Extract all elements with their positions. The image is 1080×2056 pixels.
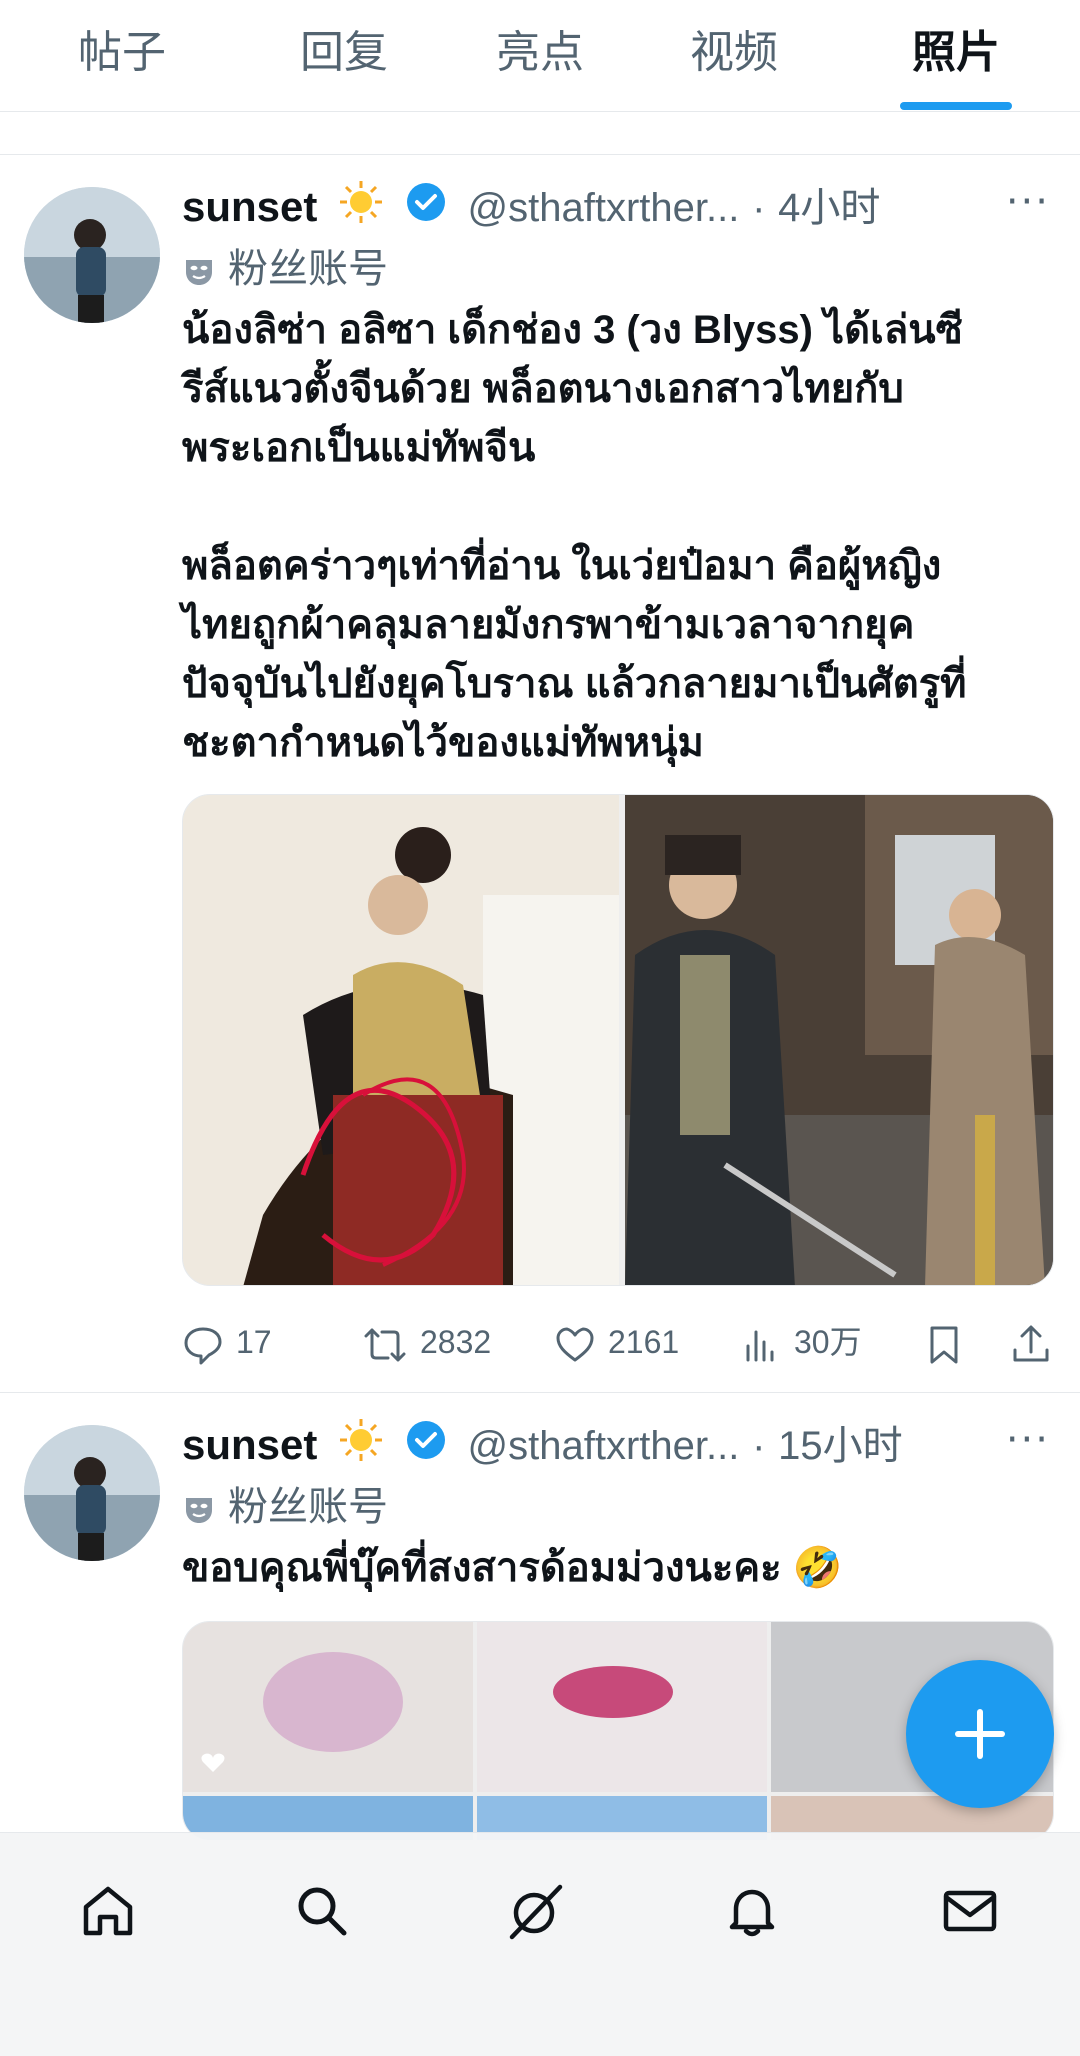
post-header: sunset @sthaftxrther... · 15小时 [182,1415,903,1475]
fan-label-text: 粉丝账号 [228,246,388,292]
tab-videos[interactable]: 视频 [672,18,796,88]
reply-icon [184,1327,222,1365]
bottom-navigation [0,1832,1080,2056]
profile-tabs: 帖子 回复 亮点 视频 照片 [0,0,1080,112]
mask-icon [186,260,212,285]
separator-dot: · [752,1424,766,1468]
repost-button[interactable]: 2832 [362,1312,491,1372]
nav-search[interactable] [282,1871,362,1951]
fan-account-label: 粉丝账号 [182,242,388,296]
tab-photos[interactable]: 照片 [896,18,1016,88]
view-count: 30万 [794,1324,862,1360]
post-paragraph: ขอบคุณพี่บุ๊คที่สงสารด้อมม่วงนะคะ 🤣 [182,1546,843,1590]
repost-icon [364,1328,406,1362]
post[interactable]: sunset @sthaftxrther... · 4小时 ··· 粉丝账号 น… [0,155,1080,1385]
home-icon [83,1886,133,1936]
nav-notifications[interactable] [712,1871,792,1951]
more-options-icon[interactable]: ··· [1006,179,1050,225]
mail-icon [943,1890,997,1932]
fan-label-text: 粉丝账号 [228,1484,388,1530]
post-text: น้องลิซ่า อลิซา เด็กช่อง 3 (วง Blyss) ได… [182,301,1042,773]
share-icon [1013,1325,1049,1362]
like-button[interactable]: 2161 [554,1312,679,1372]
display-name[interactable]: sunset [182,1421,317,1468]
verified-badge-icon [405,180,447,240]
grok-icon [509,1884,563,1940]
post-image[interactable] [183,795,619,1285]
active-tab-indicator [900,102,1012,110]
fan-account-label: 粉丝账号 [182,1480,388,1534]
views-button[interactable]: 30万 [742,1312,862,1372]
post-paragraph: น้องลิซ่า อลิซา เด็กช่อง 3 (วง Blyss) ได… [182,308,963,470]
avatar[interactable] [24,187,160,323]
reply-button[interactable]: 17 [182,1312,272,1372]
timestamp[interactable]: 15小时 [778,1424,903,1468]
mask-icon [186,1498,212,1523]
reply-count: 17 [236,1324,272,1360]
post-paragraph: พล็อตคร่าวๆเท่าที่อ่าน ในเว่ยป๋อมา คือผู… [182,544,967,765]
like-count: 2161 [608,1324,680,1360]
share-button[interactable] [1010,1312,1064,1372]
search-icon [298,1887,347,1936]
verified-badge-icon [405,1418,447,1478]
tab-replies[interactable]: 回复 [282,18,406,88]
display-name[interactable]: sunset [182,183,317,230]
post-header: sunset @sthaftxrther... · 4小时 [182,177,880,237]
plus-icon [955,1709,1005,1759]
views-icon [746,1330,774,1362]
timestamp[interactable]: 4小时 [778,186,880,230]
sun-emoji-icon [338,179,384,242]
bookmark-icon [930,1326,958,1364]
separator-dot: · [752,186,766,230]
tab-posts[interactable]: 帖子 [62,18,182,88]
compose-fab[interactable] [906,1660,1054,1808]
nav-grok[interactable] [496,1871,576,1951]
post-text: ขอบคุณพี่บุ๊คที่สงสารด้อมม่วงนะคะ 🤣 [182,1539,1042,1598]
tab-highlights[interactable]: 亮点 [478,18,602,88]
post-actions: 17 2832 2161 30万 [182,1312,1052,1372]
heart-icon [556,1327,594,1362]
bell-icon [729,1889,775,1937]
nav-home[interactable] [68,1871,148,1951]
post-image[interactable] [625,795,1053,1285]
repost-count: 2832 [420,1324,492,1360]
handle[interactable]: @sthaftxrther... [468,186,740,230]
nav-messages[interactable] [930,1871,1010,1951]
bookmark-button[interactable] [924,1312,976,1372]
sun-emoji-icon [338,1417,384,1480]
handle[interactable]: @sthaftxrther... [468,1424,740,1468]
avatar[interactable] [24,1425,160,1561]
more-options-icon[interactable]: ··· [1006,1417,1050,1463]
post-media-grid[interactable] [182,794,1054,1286]
